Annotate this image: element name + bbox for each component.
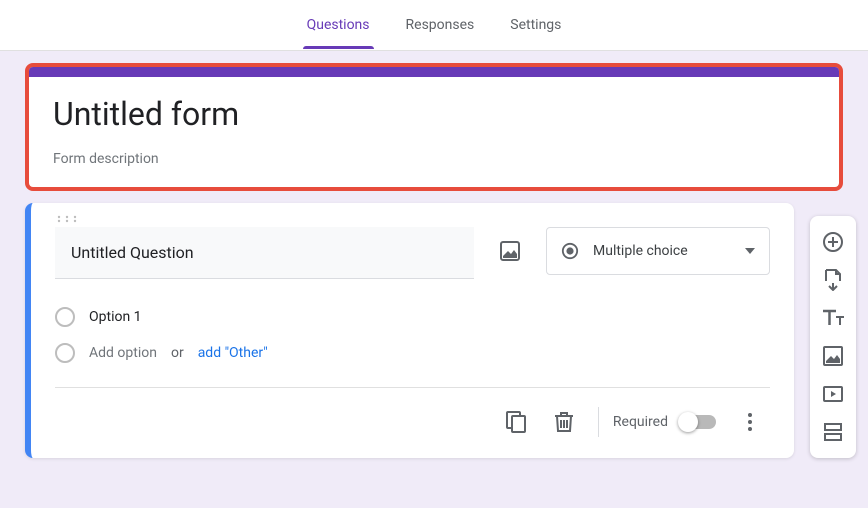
trash-icon bbox=[555, 411, 573, 433]
question-header-row: Multiple choice bbox=[55, 227, 770, 279]
form-description-input[interactable]: Form description bbox=[53, 151, 815, 167]
add-option-row: Add option or add "Other" bbox=[55, 335, 770, 381]
add-title-button[interactable] bbox=[815, 300, 851, 336]
option-row[interactable]: Option 1 bbox=[55, 299, 770, 335]
more-vert-icon bbox=[748, 413, 752, 431]
import-questions-button[interactable] bbox=[815, 262, 851, 298]
main-area: Untitled form Form description Multiple … bbox=[0, 51, 868, 470]
separator bbox=[598, 407, 599, 437]
plus-circle-icon bbox=[822, 231, 844, 253]
form-header-card[interactable]: Untitled form Form description bbox=[25, 63, 843, 191]
add-image-button[interactable] bbox=[490, 227, 530, 275]
radio-icon bbox=[561, 242, 579, 260]
required-toggle[interactable] bbox=[680, 415, 716, 429]
tab-settings[interactable]: Settings bbox=[506, 1, 565, 49]
section-icon bbox=[823, 422, 843, 442]
tab-responses[interactable]: Responses bbox=[402, 1, 479, 49]
form-title-input[interactable]: Untitled form bbox=[53, 95, 815, 133]
copy-icon bbox=[506, 411, 526, 433]
top-tabs-bar: Questions Responses Settings bbox=[0, 0, 868, 51]
video-icon bbox=[822, 385, 844, 403]
question-type-select[interactable]: Multiple choice bbox=[546, 227, 770, 275]
divider bbox=[55, 387, 770, 388]
question-title-input[interactable] bbox=[55, 227, 474, 279]
question-card[interactable]: Multiple choice Option 1 Add option or a… bbox=[25, 203, 794, 458]
question-type-label: Multiple choice bbox=[593, 243, 745, 259]
question-footer: Required bbox=[55, 394, 770, 450]
duplicate-button[interactable] bbox=[496, 402, 536, 442]
tabs-container: Questions Responses Settings bbox=[303, 1, 566, 49]
add-video-button[interactable] bbox=[815, 376, 851, 412]
radio-circle-icon bbox=[55, 343, 75, 363]
or-text: or bbox=[171, 345, 184, 361]
image-icon bbox=[498, 239, 522, 263]
add-image-button[interactable] bbox=[815, 338, 851, 374]
add-section-button[interactable] bbox=[815, 414, 851, 450]
add-other-button[interactable]: add "Other" bbox=[198, 345, 268, 361]
drag-handle-icon[interactable] bbox=[55, 211, 770, 227]
add-question-button[interactable] bbox=[815, 224, 851, 260]
add-option-button[interactable]: Add option bbox=[89, 345, 157, 361]
import-icon bbox=[823, 269, 843, 291]
tab-questions[interactable]: Questions bbox=[303, 1, 374, 49]
more-options-button[interactable] bbox=[730, 402, 770, 442]
side-toolbar bbox=[810, 216, 856, 458]
required-label: Required bbox=[613, 414, 668, 430]
delete-button[interactable] bbox=[544, 402, 584, 442]
radio-circle-icon bbox=[55, 307, 75, 327]
text-icon bbox=[822, 309, 844, 327]
chevron-down-icon bbox=[745, 248, 755, 254]
option-text[interactable]: Option 1 bbox=[89, 309, 142, 325]
image-icon bbox=[822, 345, 844, 367]
